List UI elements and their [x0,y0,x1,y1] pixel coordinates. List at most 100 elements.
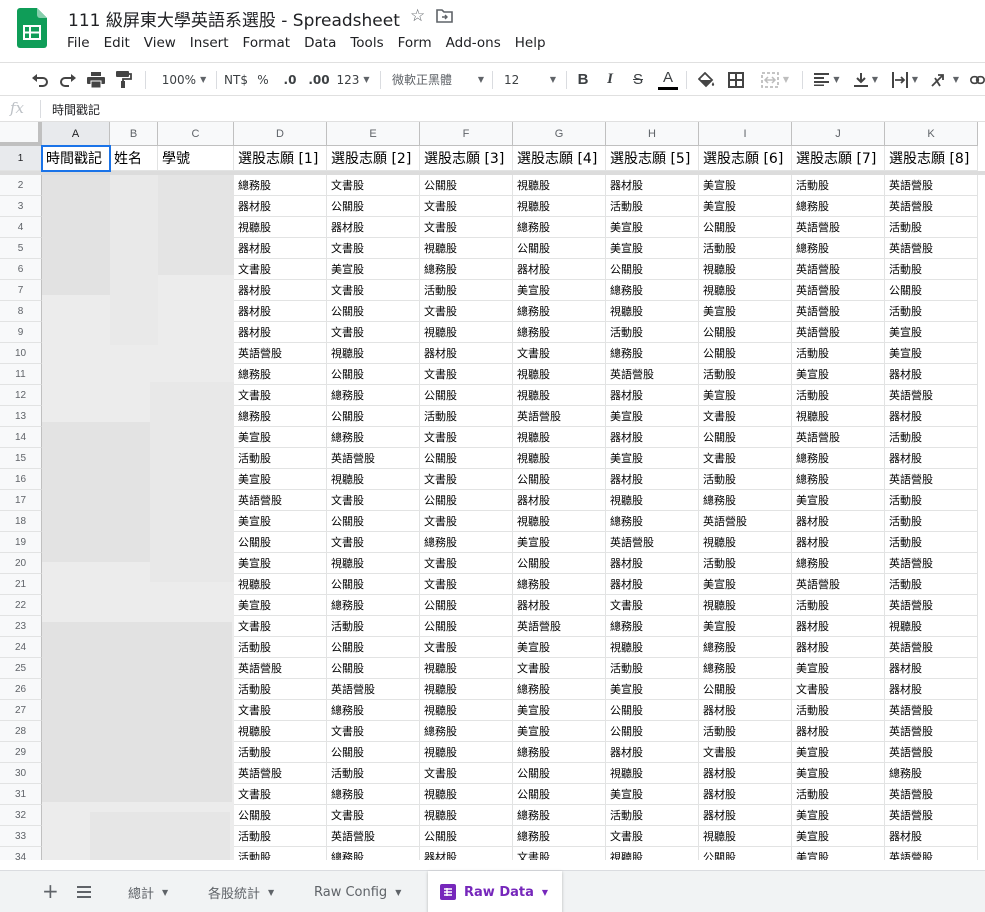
data-cell[interactable]: 英語營股 [234,658,327,679]
zoom-select[interactable]: 100% ▼ [156,63,212,96]
undo-icon[interactable] [30,63,50,96]
data-cell[interactable]: 公關股 [606,721,699,742]
data-cell[interactable]: 總務股 [792,448,885,469]
redacted-cell[interactable] [42,385,110,406]
sheet-tab-stats[interactable]: 各股統計 ▼ [196,871,286,912]
data-cell[interactable]: 英語營股 [327,448,420,469]
data-cell[interactable]: 美宣股 [234,511,327,532]
data-cell[interactable]: 總務股 [420,721,513,742]
data-cell[interactable]: 英語營股 [885,742,978,763]
data-cell[interactable]: 文書股 [327,532,420,553]
column-header[interactable]: E [327,122,420,146]
data-cell[interactable]: 文書股 [699,448,792,469]
data-cell[interactable]: 美宣股 [699,385,792,406]
row-header[interactable]: 7 [0,280,42,301]
data-cell[interactable]: 器材股 [234,280,327,301]
borders-icon[interactable] [726,63,746,96]
data-cell[interactable]: 英語營股 [792,427,885,448]
data-cell[interactable]: 公關股 [513,763,606,784]
redacted-cell[interactable] [42,595,110,616]
data-cell[interactable]: 器材股 [327,217,420,238]
row-header[interactable]: 30 [0,763,42,784]
data-cell[interactable]: 英語營股 [234,490,327,511]
data-cell[interactable]: 美宣股 [699,616,792,637]
data-cell[interactable]: 公關股 [513,469,606,490]
data-cell[interactable]: 文書股 [420,427,513,448]
data-cell[interactable]: 視聽股 [885,616,978,637]
data-cell[interactable]: 英語營股 [792,280,885,301]
data-cell[interactable]: 美宣股 [513,721,606,742]
font-family-select[interactable]: 微軟正黑體 ▼ [392,63,484,96]
data-cell[interactable]: 美宣股 [513,280,606,301]
column-header[interactable]: H [606,122,699,146]
data-cell[interactable]: 活動股 [234,679,327,700]
data-cell[interactable]: 活動股 [606,196,699,217]
data-cell[interactable]: 公關股 [699,217,792,238]
row-header[interactable]: 11 [0,364,42,385]
data-cell[interactable]: 器材股 [606,385,699,406]
data-cell[interactable]: 器材股 [234,322,327,343]
data-cell[interactable]: 視聽股 [606,763,699,784]
data-cell[interactable]: 美宣股 [606,784,699,805]
data-cell[interactable]: 文書股 [327,238,420,259]
data-cell[interactable]: 英語營股 [792,301,885,322]
data-cell[interactable]: 美宣股 [513,700,606,721]
redacted-cell[interactable] [42,364,110,385]
data-cell[interactable]: 總務股 [327,847,420,860]
data-cell[interactable]: 公關股 [420,490,513,511]
data-cell[interactable]: 文書股 [792,679,885,700]
data-cell[interactable]: 公關股 [513,238,606,259]
more-formats-select[interactable]: 123 ▼ [336,63,370,96]
data-cell[interactable]: 英語營股 [606,532,699,553]
row-header[interactable]: 26 [0,679,42,700]
data-cell[interactable]: 公關股 [420,385,513,406]
data-cell[interactable]: 公關股 [606,259,699,280]
data-cell[interactable]: 公關股 [234,805,327,826]
row-header[interactable]: 33 [0,826,42,847]
data-cell[interactable]: 活動股 [885,511,978,532]
column-header[interactable]: G [513,122,606,146]
data-cell[interactable]: 活動股 [234,826,327,847]
row-header[interactable]: 21 [0,574,42,595]
column-header[interactable]: A [42,122,110,146]
bold-button[interactable]: B [574,63,592,96]
data-cell[interactable]: 文書股 [327,175,420,196]
data-cell[interactable]: 活動股 [699,238,792,259]
data-cell[interactable]: 總務股 [327,700,420,721]
insert-link-icon[interactable] [970,63,985,96]
data-cell[interactable]: 公關股 [327,742,420,763]
data-cell[interactable]: 活動股 [327,763,420,784]
data-cell[interactable]: 公關股 [699,322,792,343]
data-cell[interactable]: 美宣股 [513,637,606,658]
sheet-tab-raw-config[interactable]: Raw Config ▼ [302,871,413,912]
data-cell[interactable]: 器材股 [885,448,978,469]
data-cell[interactable]: 器材股 [606,427,699,448]
data-cell[interactable]: 文書股 [606,826,699,847]
data-cell[interactable]: 文書股 [513,343,606,364]
data-cell[interactable]: 文書股 [234,385,327,406]
data-cell[interactable]: 英語營股 [885,595,978,616]
data-cell[interactable]: 器材股 [513,259,606,280]
data-cell[interactable]: 器材股 [792,637,885,658]
sheets-logo-icon[interactable] [17,8,47,48]
menu-form[interactable]: Form [391,34,439,52]
data-cell[interactable]: 器材股 [885,406,978,427]
column-header[interactable]: K [885,122,978,146]
data-cell[interactable]: 總務股 [513,322,606,343]
menu-format[interactable]: Format [236,34,298,52]
row-header[interactable]: 10 [0,343,42,364]
data-cell[interactable]: 文書股 [420,196,513,217]
data-cell[interactable]: 活動股 [792,343,885,364]
data-cell[interactable]: 美宣股 [699,175,792,196]
data-cell[interactable]: 活動股 [885,259,978,280]
data-cell[interactable]: 視聽股 [513,427,606,448]
vertical-align-icon[interactable]: ▼ [850,63,882,96]
data-cell[interactable]: 活動股 [420,406,513,427]
data-cell[interactable]: 美宣股 [792,364,885,385]
data-cell[interactable]: 器材股 [885,658,978,679]
data-cell[interactable]: 美宣股 [792,847,885,860]
data-cell[interactable]: 總務股 [606,511,699,532]
data-cell[interactable]: 美宣股 [792,658,885,679]
data-cell[interactable]: 英語營股 [885,721,978,742]
data-cell[interactable]: 美宣股 [699,574,792,595]
